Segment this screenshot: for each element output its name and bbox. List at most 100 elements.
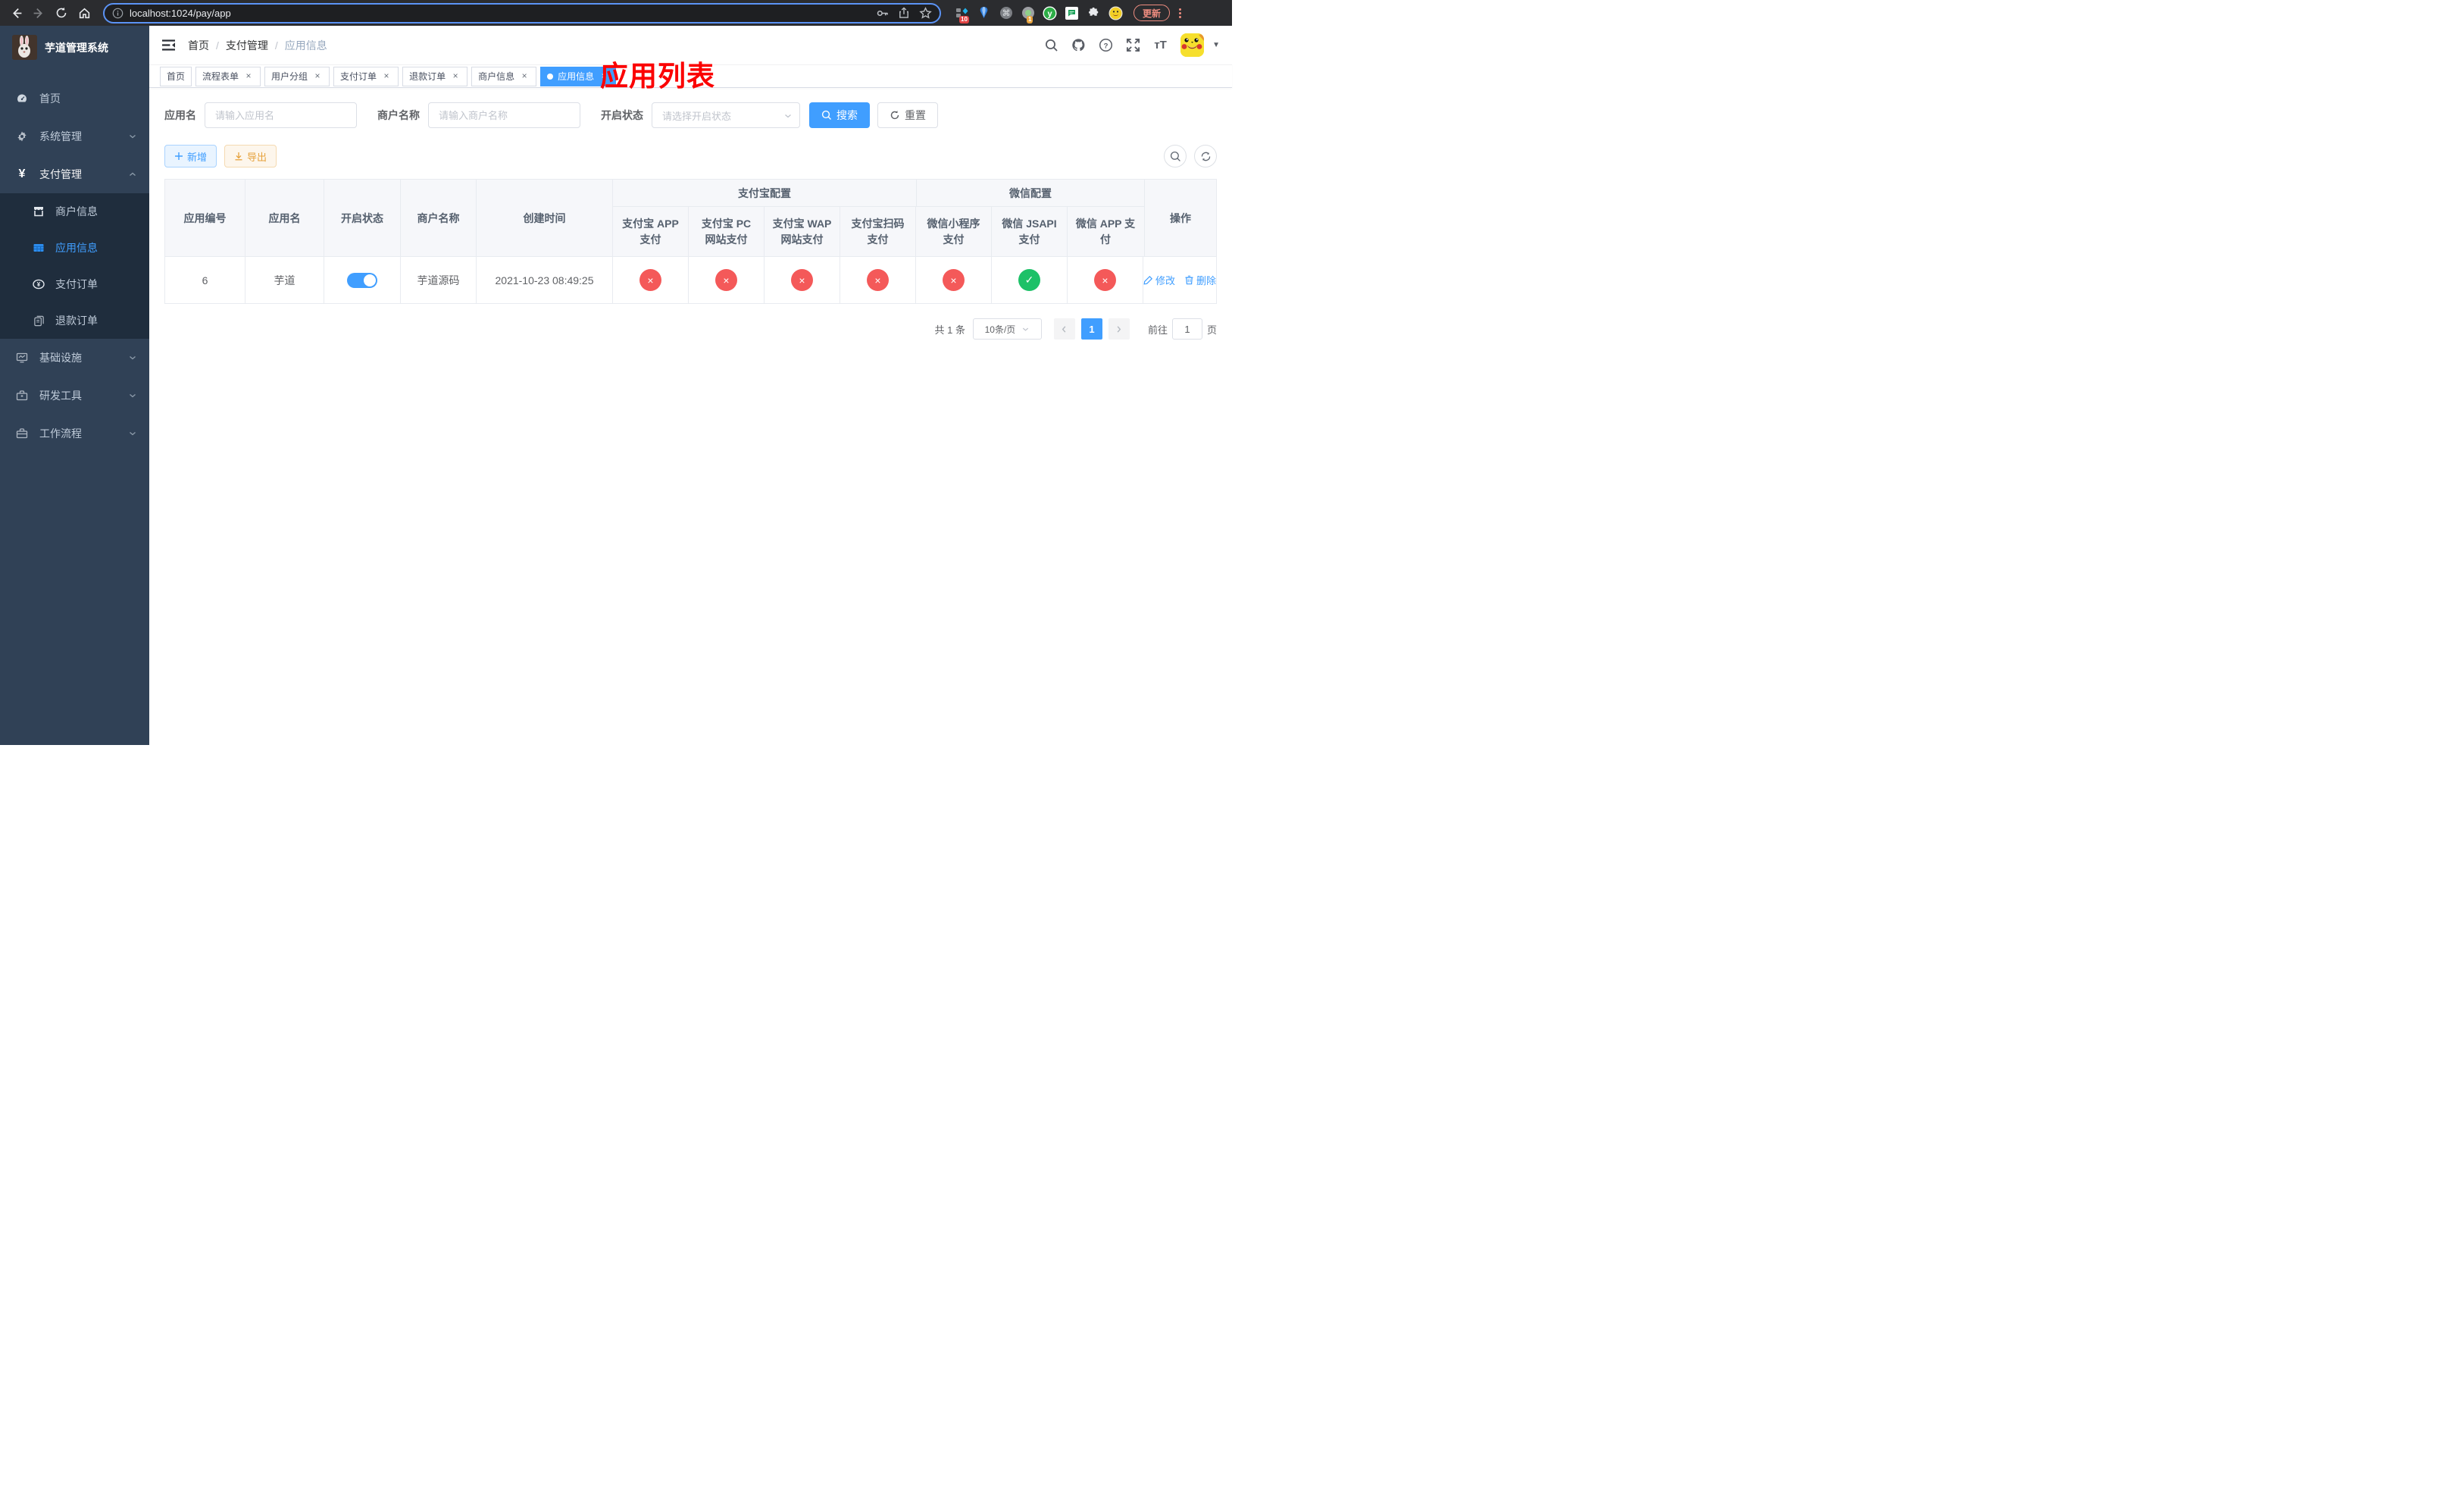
tag-user-group[interactable]: 用户分组 × <box>264 66 330 86</box>
col-created: 创建时间 <box>477 180 613 256</box>
status-select[interactable]: 请选择开启状态 <box>652 102 800 128</box>
page-annotation-title: 应用列表 <box>600 61 715 92</box>
breadcrumb-home[interactable]: 首页 <box>188 38 209 53</box>
col-wechat-jsapi: 微信 JSAPI 支付 <box>992 207 1068 256</box>
font-size-icon[interactable]: тT <box>1153 38 1168 52</box>
site-info-icon[interactable] <box>112 8 124 19</box>
url-text[interactable]: localhost:1024/pay/app <box>130 8 870 19</box>
ext-proxy-icon[interactable]: 1 <box>1021 6 1035 23</box>
ext-lantern-icon[interactable] <box>977 6 991 20</box>
bookmark-star-icon[interactable] <box>919 6 932 20</box>
app-name-input[interactable] <box>205 102 357 128</box>
wechat-jsapi-status-icon: ✓ <box>1018 269 1040 291</box>
header-search-icon[interactable] <box>1044 38 1058 52</box>
add-button[interactable]: 新增 <box>164 145 217 167</box>
hamburger-icon[interactable] <box>161 39 176 52</box>
col-actions: 操作 <box>1144 180 1216 256</box>
refresh-icon[interactable] <box>1194 145 1217 167</box>
page-size-select[interactable]: 10条/页 <box>972 318 1042 340</box>
ext-yuque-icon[interactable]: y <box>1043 6 1057 20</box>
ext-badge: 10 <box>959 15 969 23</box>
shop-icon <box>33 205 45 218</box>
chevron-down-icon <box>128 132 137 141</box>
browser-menu-kebab-icon[interactable] <box>1179 8 1182 18</box>
status-toggle[interactable] <box>347 272 377 288</box>
edit-link[interactable]: 修改 <box>1143 273 1175 287</box>
tag-refund-order[interactable]: 退款订单 × <box>402 66 468 86</box>
close-icon[interactable]: × <box>519 70 530 82</box>
browser-profile-avatar[interactable] <box>1108 6 1123 20</box>
active-dot <box>547 73 554 80</box>
ext-chat-icon[interactable] <box>1065 6 1079 20</box>
next-page-button[interactable] <box>1108 318 1130 340</box>
sidebar-item-home[interactable]: 首页 <box>0 80 149 117</box>
toggle-search-icon[interactable] <box>1164 145 1187 167</box>
tag-pay-order[interactable]: 支付订单 × <box>333 66 399 86</box>
col-app-name: 应用名 <box>245 180 324 256</box>
cell-actions: 修改 删除 <box>1143 257 1216 303</box>
chevron-down-icon <box>1023 327 1029 331</box>
help-icon[interactable]: ? <box>1099 38 1113 52</box>
cell-app-name: 芋道 <box>245 257 324 303</box>
sidebar-item-merchant-info[interactable]: 商户信息 <box>0 193 149 230</box>
svg-text:y: y <box>1047 9 1052 18</box>
delete-link[interactable]: 删除 <box>1184 273 1216 287</box>
current-page-button[interactable]: 1 <box>1080 318 1102 340</box>
document-icon <box>33 315 45 327</box>
page-unit-label: 页 <box>1206 324 1217 336</box>
reset-button[interactable]: 重置 <box>877 102 938 128</box>
home-icon[interactable] <box>74 3 94 23</box>
sidebar-item-system[interactable]: 系统管理 <box>0 117 149 155</box>
alipay-pc-status-icon: × <box>715 269 737 291</box>
sidebar-item-devtools[interactable]: 研发工具 <box>0 377 149 415</box>
breadcrumb-payment[interactable]: 支付管理 <box>226 38 268 53</box>
ext-command-icon[interactable]: ⌘ <box>999 6 1013 20</box>
cell-status <box>324 257 401 303</box>
tag-home[interactable]: 首页 <box>160 66 192 86</box>
goto-page-input[interactable] <box>1171 318 1202 340</box>
back-icon[interactable] <box>6 3 26 23</box>
address-bar[interactable]: localhost:1024/pay/app <box>103 2 941 23</box>
merchant-name-input[interactable] <box>428 102 580 128</box>
total-count: 共 1 条 <box>934 324 965 336</box>
sidebar-item-pay-order[interactable]: ¥ 支付订单 <box>0 266 149 302</box>
sidebar-item-payment[interactable]: ¥ 支付管理 <box>0 155 149 193</box>
close-icon[interactable]: × <box>450 70 461 82</box>
col-wechat-mini: 微信小程序支付 <box>916 207 992 256</box>
status-label: 开启状态 <box>601 109 643 121</box>
share-icon[interactable] <box>898 7 910 19</box>
logo-avatar <box>12 35 37 60</box>
alipay-qr-status-icon: × <box>867 269 889 291</box>
col-wechat-app: 微信 APP 支付 <box>1075 217 1136 246</box>
sidebar-item-infra[interactable]: 基础设施 <box>0 339 149 377</box>
close-icon[interactable]: × <box>312 70 323 82</box>
ext-badge: 1 <box>1027 15 1033 23</box>
github-icon[interactable] <box>1071 38 1086 52</box>
update-button[interactable]: 更新 <box>1134 5 1171 21</box>
cell-created: 2021-10-23 08:49:25 <box>477 257 613 303</box>
fullscreen-icon[interactable] <box>1126 38 1140 52</box>
user-avatar[interactable] <box>1180 33 1205 57</box>
extensions-puzzle-icon[interactable] <box>1087 6 1101 20</box>
close-icon[interactable]: × <box>381 70 392 82</box>
sidebar-item-workflow[interactable]: 工作流程 <box>0 415 149 452</box>
sidebar-item-refund-order[interactable]: 退款订单 <box>0 302 149 339</box>
caret-down-icon[interactable]: ▼ <box>1212 41 1220 49</box>
search-button[interactable]: 搜索 <box>809 102 870 128</box>
col-app-id: 应用编号 <box>165 180 245 256</box>
forward-icon[interactable] <box>29 3 48 23</box>
sidebar-item-app-info[interactable]: 应用信息 <box>0 230 149 266</box>
wechat-mini-status-icon: × <box>943 269 965 291</box>
tag-merchant-info[interactable]: 商户信息 × <box>471 66 537 86</box>
close-icon[interactable]: × <box>243 70 254 82</box>
key-icon[interactable] <box>876 7 889 20</box>
logo-row[interactable]: 芋道管理系统 <box>0 26 149 69</box>
ext-tabs-icon[interactable]: 10 <box>955 6 969 23</box>
prev-page-button[interactable] <box>1053 318 1075 340</box>
reload-icon[interactable] <box>52 3 71 23</box>
table-row: 6 芋道 芋道源码 2021-10-23 08:49:25 × × × × × … <box>165 256 1216 303</box>
toolbox-icon <box>16 390 28 402</box>
export-button[interactable]: 导出 <box>224 145 277 167</box>
tag-process-form[interactable]: 流程表单 × <box>195 66 261 86</box>
breadcrumb-current: 应用信息 <box>284 39 327 52</box>
